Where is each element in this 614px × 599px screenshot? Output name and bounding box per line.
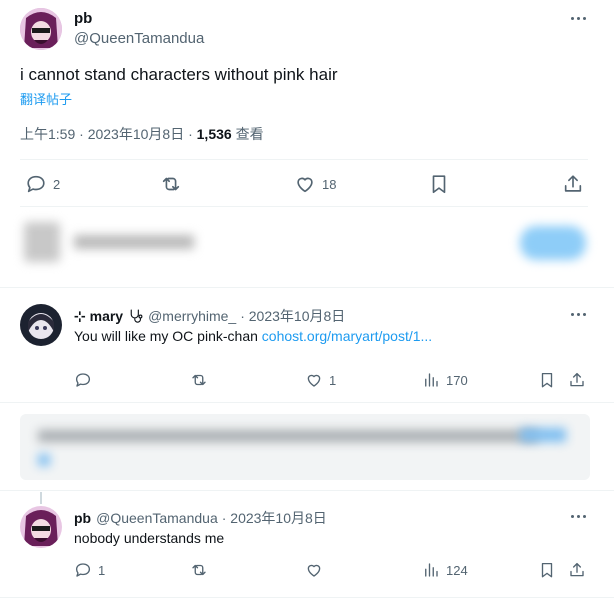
- views-button[interactable]: 170: [422, 371, 468, 389]
- divider: [0, 490, 614, 491]
- like-button[interactable]: 1: [305, 371, 336, 389]
- blurred-link: [520, 428, 566, 442]
- reply-link[interactable]: cohost.org/maryart/post/1...: [262, 328, 432, 344]
- divider: [20, 159, 588, 160]
- retweet-button[interactable]: [190, 371, 208, 389]
- reply-icon: [27, 175, 45, 193]
- blurred-tweet: [20, 414, 590, 480]
- more-icon[interactable]: [571, 17, 586, 20]
- reply-button[interactable]: [74, 371, 92, 389]
- like-icon: [297, 177, 313, 193]
- avatar[interactable]: [20, 506, 62, 548]
- share-icon: [570, 562, 584, 577]
- views-button[interactable]: 124: [422, 561, 468, 579]
- share-button[interactable]: [568, 371, 586, 389]
- views-count: 170: [446, 372, 468, 388]
- reply-header: ⊹ mary @merryhime_ · 2023年10月8日: [74, 306, 345, 326]
- author-name[interactable]: ⊹ mary: [74, 308, 123, 325]
- translate-link[interactable]: 翻译帖子: [20, 89, 72, 108]
- divider: [0, 402, 614, 403]
- divider: [0, 597, 614, 598]
- author-name[interactable]: pb: [74, 510, 91, 526]
- reply-text: You will like my OC pink-chan cohost.org…: [74, 328, 432, 344]
- avatar[interactable]: [20, 8, 62, 50]
- blurred-link: [38, 454, 50, 466]
- avatar-image: [20, 304, 62, 346]
- tweet-text: i cannot stand characters without pink h…: [20, 65, 338, 84]
- retweet-icon: [192, 564, 206, 576]
- bookmark-button[interactable]: [538, 371, 556, 389]
- blurred-text-line: [38, 430, 538, 442]
- views-icon: [425, 563, 438, 577]
- author-handle[interactable]: @QueenTamandua: [96, 510, 218, 526]
- like-button[interactable]: [305, 561, 323, 579]
- tweet-timestamp[interactable]: 上午1:59 · 2023年10月8日 ·: [20, 126, 197, 142]
- share-icon: [564, 175, 582, 192]
- reply-text: nobody understands me: [74, 530, 225, 546]
- stethoscope-icon: [130, 309, 143, 323]
- divider: [20, 206, 588, 207]
- reply-body: You will like my OC pink-chan: [74, 328, 262, 344]
- divider: [0, 287, 614, 288]
- reply-button[interactable]: 2: [25, 173, 60, 195]
- blurred-reply-button: [520, 226, 586, 260]
- retweet-button[interactable]: [190, 561, 208, 579]
- author-handle[interactable]: @merryhime_: [148, 308, 236, 324]
- retweet-icon: [162, 177, 180, 191]
- thread-line: [40, 492, 42, 504]
- bookmark-icon: [541, 562, 553, 578]
- reply-button[interactable]: 1: [74, 561, 105, 579]
- bookmark-button[interactable]: [428, 173, 450, 195]
- blurred-avatar: [24, 222, 60, 262]
- avatar[interactable]: [20, 304, 62, 346]
- blurred-placeholder: [74, 235, 194, 249]
- like-icon: [307, 374, 321, 387]
- like-count: 18: [322, 176, 337, 192]
- retweet-button[interactable]: [160, 173, 182, 195]
- author-handle[interactable]: @QueenTamandua: [74, 30, 204, 47]
- like-button[interactable]: 18: [294, 173, 336, 195]
- reply-count: 1: [98, 562, 106, 578]
- reply-date[interactable]: · 2023年10月8日: [222, 508, 327, 528]
- views-icon: [425, 373, 438, 387]
- share-icon: [570, 372, 584, 387]
- reply-date[interactable]: · 2023年10月8日: [240, 306, 345, 326]
- like-count: 1: [329, 372, 337, 388]
- bookmark-button[interactable]: [538, 561, 556, 579]
- like-icon: [307, 564, 321, 577]
- avatar-image: [20, 8, 62, 50]
- retweet-icon: [192, 374, 206, 386]
- share-button[interactable]: [562, 173, 584, 195]
- avatar-image: [20, 506, 62, 548]
- reply-count: 2: [53, 176, 61, 192]
- share-button[interactable]: [568, 561, 586, 579]
- reply-header: pb @QueenTamandua · 2023年10月8日: [74, 508, 327, 528]
- reply-icon: [75, 563, 91, 577]
- views-label: 查看: [231, 126, 264, 142]
- bookmark-icon: [432, 175, 446, 194]
- more-icon[interactable]: [571, 313, 586, 316]
- views-count: 124: [446, 562, 468, 578]
- tweet-meta: 上午1:59 · 2023年10月8日 · 1,536 查看: [20, 124, 264, 144]
- author-name[interactable]: pb: [74, 10, 92, 27]
- reply-icon: [75, 373, 91, 387]
- views-count: 1,536: [196, 126, 232, 142]
- bookmark-icon: [541, 372, 553, 388]
- more-icon[interactable]: [571, 515, 586, 518]
